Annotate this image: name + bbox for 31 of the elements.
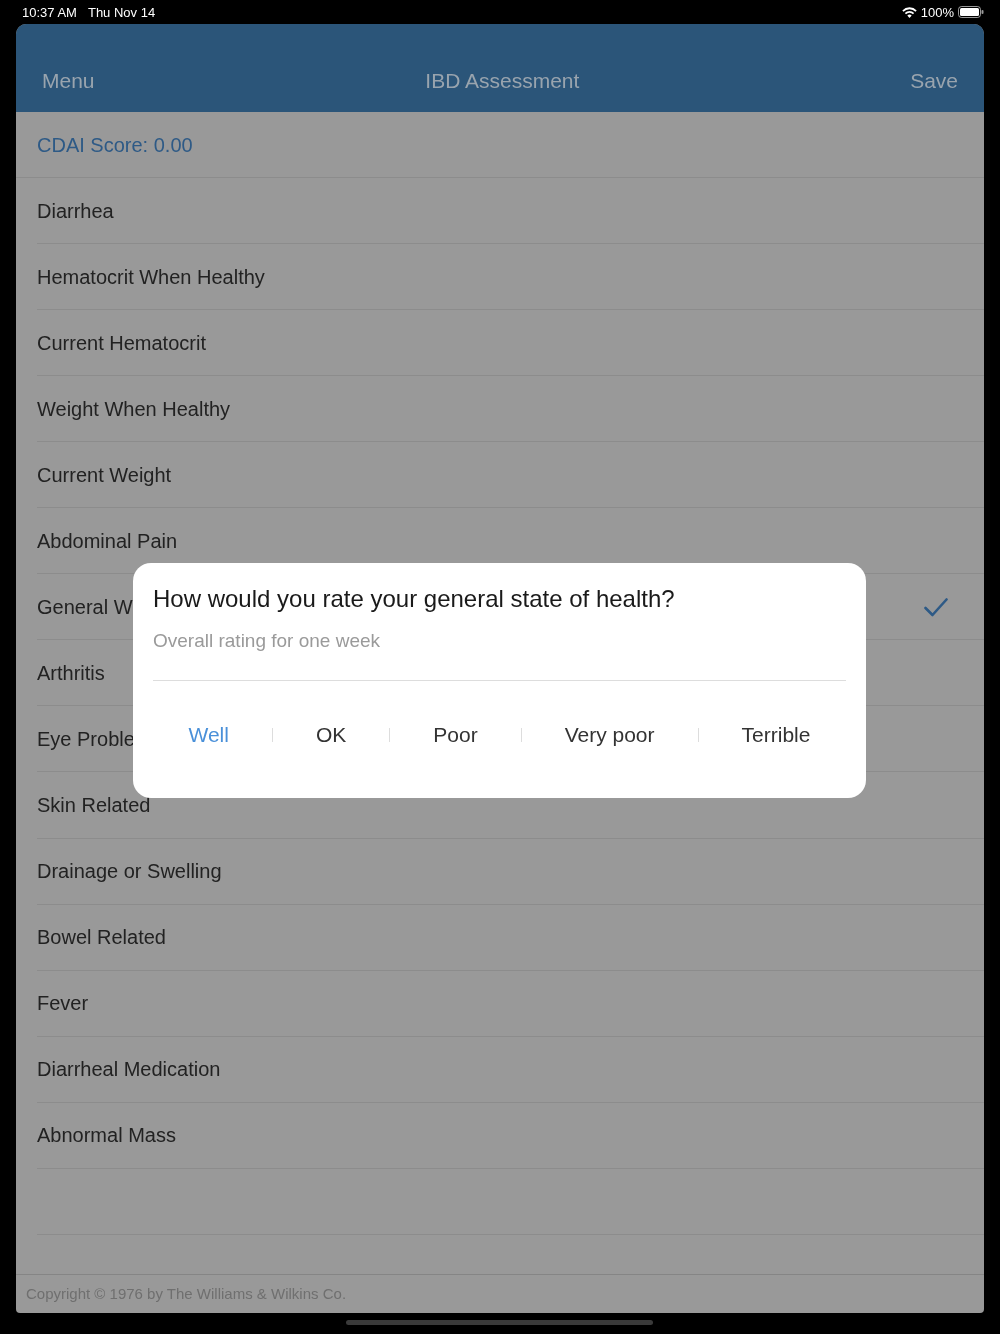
list-item[interactable]: Hematocrit When Healthy [37,265,265,289]
list-item[interactable]: Current Weight [37,463,172,487]
status-time: 10:37 AM [22,4,77,20]
list-item[interactable]: Abdominal Pain [37,529,178,553]
battery-icon [958,6,984,18]
rating-option[interactable]: OK [307,716,355,753]
list-item[interactable]: Diarrhea [37,199,114,223]
list-item[interactable]: Eye Proble [37,727,135,751]
list-item[interactable]: Diarrheal Medication [37,1058,221,1082]
list-item[interactable]: Current Hematocrit [37,331,206,355]
rating-option[interactable]: Poor [425,716,486,753]
list-item[interactable]: Weight When Healthy [37,397,231,421]
menu-button[interactable]: Menu [42,69,95,93]
wifi-icon [901,6,917,18]
dialog-subtitle: Overall rating for one week [153,630,382,652]
dialog-title: How would you rate your general state of health? [153,585,676,613]
list-item[interactable]: Fever [37,992,89,1016]
status-date: Thu Nov 14 [87,4,156,20]
list-item[interactable]: Abnormal Mass [37,1124,176,1148]
nav-title: IBD Assessment [424,69,581,93]
battery-percent: 100% [920,4,954,20]
rating-option[interactable]: Terrible [733,716,819,753]
save-button[interactable]: Save [910,69,958,93]
rating-option[interactable]: Well [180,716,237,753]
list-item[interactable]: Arthritis [37,661,105,685]
list-item[interactable]: Drainage or Swelling [37,860,222,884]
cdai-score: CDAI Score: 0.00 [37,133,193,157]
rating-option[interactable]: Very poor [556,716,663,753]
list-item[interactable]: Bowel Related [37,926,166,950]
list-item[interactable]: General W [37,595,133,619]
list-item[interactable]: Skin Related [37,794,151,817]
